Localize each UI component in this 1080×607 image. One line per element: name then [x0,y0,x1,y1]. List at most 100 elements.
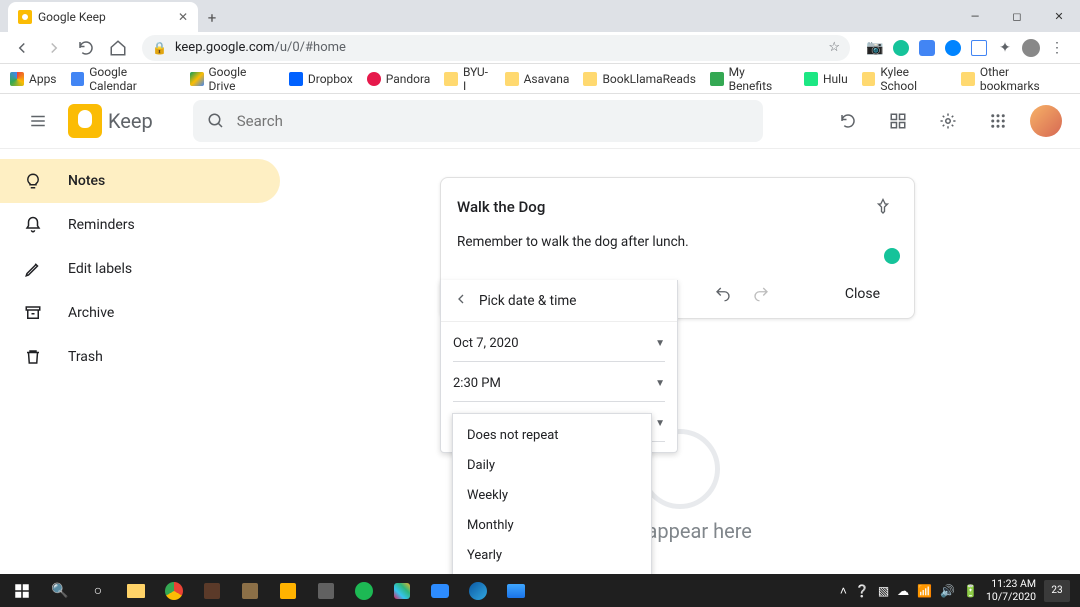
app-icon[interactable] [194,576,230,606]
battery-icon[interactable]: 🔋 [963,584,978,598]
pencil-icon [22,260,44,278]
bookmark-drive[interactable]: Google Drive [190,65,275,93]
repeat-option-yearly[interactable]: Yearly [453,540,651,570]
wifi-icon[interactable]: 📶 [917,584,932,598]
pin-button[interactable] [868,192,898,222]
bookmark-hulu[interactable]: Hulu [804,72,848,86]
search-box[interactable] [193,100,763,142]
messenger-icon[interactable] [944,39,962,57]
minimize-button[interactable]: ― [954,0,996,32]
address-bar[interactable]: 🔒 keep.google.com/u/0/#home ☆ [142,35,850,61]
volume-icon[interactable]: 🔊 [940,584,955,598]
bookmark-pandora[interactable]: Pandora [367,72,431,86]
repeat-option-monthly[interactable]: Monthly [453,510,651,540]
picker-header: Pick date & time [441,280,677,322]
close-window-button[interactable]: ✕ [1038,0,1080,32]
sidebar-item-reminders[interactable]: Reminders [0,203,280,247]
bookmark-kylee[interactable]: Kylee School [862,65,947,93]
avatar[interactable] [1030,105,1062,137]
menu-dots-icon[interactable]: ⋮ [1048,39,1066,57]
clock[interactable]: 11:23 AM 10/7/2020 [986,578,1036,602]
bookmark-apps[interactable]: Apps [10,72,57,86]
forward-button[interactable] [40,34,68,62]
search-input[interactable] [237,112,749,130]
photos-icon[interactable] [498,576,534,606]
close-icon[interactable]: ✕ [178,10,188,24]
tray-up-icon[interactable]: ˄ [840,584,847,598]
sidebar-label: Edit labels [68,261,132,277]
bookmark-asavana[interactable]: Asavana [505,72,570,86]
keep-logo-icon [68,104,102,138]
slack-icon[interactable] [384,576,420,606]
sidebar-item-edit-labels[interactable]: Edit labels [0,247,280,291]
puzzle-icon[interactable]: ✦ [996,39,1014,57]
undo-button[interactable] [705,278,741,310]
keep-header: Keep [0,94,1080,149]
date-field[interactable]: Oct 7, 2020 ▼ [453,326,665,362]
bookmark-benefits[interactable]: My Benefits [710,65,790,93]
url-host: keep.google.com [175,40,275,55]
app-icon[interactable] [308,576,344,606]
bookmark-calendar[interactable]: Google Calendar [71,65,176,93]
sidebar-item-trash[interactable]: Trash [0,335,280,379]
star-icon[interactable]: ☆ [828,40,840,55]
trash-icon [22,348,44,366]
other-bookmarks[interactable]: Other bookmarks [961,65,1070,93]
settings-button[interactable] [930,103,966,139]
cortana-icon[interactable]: ○ [80,576,116,606]
sidebar-item-notes[interactable]: Notes [0,159,280,203]
app-title: Keep [108,109,153,133]
bookmark-bookllama[interactable]: BookLlamaReads [583,72,695,86]
sidebar-label: Reminders [68,217,135,233]
bookmark-dropbox[interactable]: Dropbox [289,72,353,86]
sidebar-item-archive[interactable]: Archive [0,291,280,335]
browser-tab-strip: Google Keep ✕ + ― ◻ ✕ [0,0,1080,32]
grammarly-icon[interactable] [892,39,910,57]
calendar-ext-icon[interactable] [970,39,988,57]
bookmark-byui[interactable]: BYU-I [444,65,490,93]
apps-button[interactable] [980,103,1016,139]
chrome-icon[interactable] [156,576,192,606]
new-tab-button[interactable]: + [198,4,226,32]
onedrive-icon[interactable]: ☁ [897,584,909,598]
lock-icon: 🔒 [152,41,167,55]
back-button[interactable] [8,34,36,62]
keep-logo[interactable]: Keep [68,104,153,138]
time-field[interactable]: 2:30 PM ▼ [453,366,665,402]
extension-icon[interactable] [918,39,936,57]
maximize-button[interactable]: ◻ [996,0,1038,32]
sidebar-label: Notes [68,173,105,189]
search-taskbar-icon[interactable]: 🔍 [42,576,78,606]
note-body[interactable]: Remember to walk the dog after lunch. [457,234,898,250]
repeat-option-weekly[interactable]: Weekly [453,480,651,510]
close-note-button[interactable]: Close [827,280,898,308]
spotify-icon[interactable] [346,576,382,606]
repeat-option-none[interactable]: Does not repeat [453,420,651,450]
zoom-icon[interactable] [422,576,458,606]
redo-button[interactable] [743,278,779,310]
main-menu-button[interactable] [18,101,58,141]
view-toggle-button[interactable] [880,103,916,139]
app-icon[interactable] [270,576,306,606]
lightbulb-icon [22,172,44,190]
explorer-icon[interactable] [118,576,154,606]
camera-icon[interactable]: 📷 [866,39,884,57]
sidebar: Notes Reminders Edit labels Archive Tras… [0,149,280,607]
back-arrow-icon[interactable] [453,291,469,311]
archive-icon [22,304,44,322]
repeat-option-daily[interactable]: Daily [453,450,651,480]
reload-button[interactable] [72,34,100,62]
chevron-down-icon: ▼ [655,418,665,429]
help-icon[interactable]: ❔ [855,584,870,598]
notification-button[interactable]: 23 [1044,580,1070,602]
browser-tab[interactable]: Google Keep ✕ [8,2,198,32]
edge-icon[interactable] [460,576,496,606]
home-button[interactable] [104,34,132,62]
grammarly-badge[interactable] [884,248,900,264]
tray-icon[interactable]: ▧ [878,584,889,598]
app-icon[interactable] [232,576,268,606]
start-button[interactable] [4,576,40,606]
profile-icon[interactable] [1022,39,1040,57]
note-title[interactable]: Walk the Dog [457,198,868,216]
refresh-button[interactable] [830,103,866,139]
